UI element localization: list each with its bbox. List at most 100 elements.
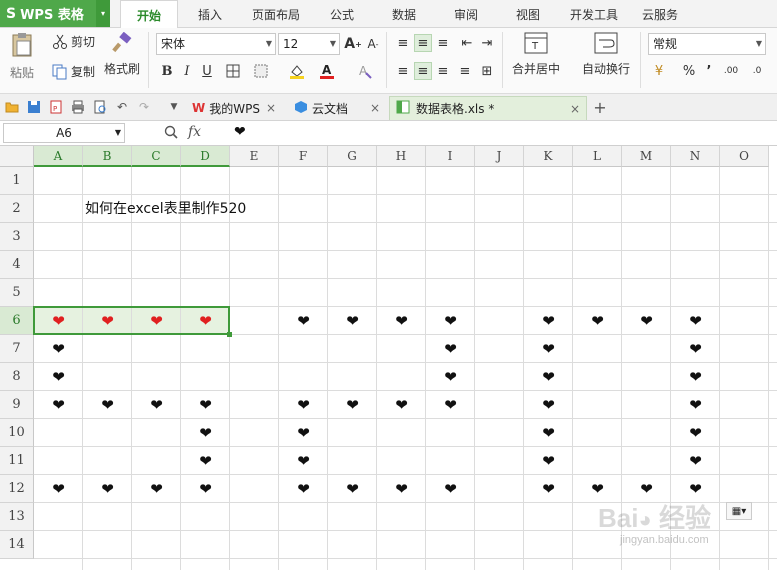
tab-cloud-docs[interactable]: 云文档 × [288,96,386,120]
italic-button[interactable]: I [178,62,196,80]
menu-tab-data[interactable]: 数据 [392,0,416,28]
print-preview-icon[interactable] [92,99,108,115]
menu-tab-insert[interactable]: 插入 [198,0,222,28]
heart-cell-n7[interactable]: ❤ [671,335,720,363]
borders-icon[interactable] [224,62,242,80]
heart-cell-b9[interactable]: ❤ [83,391,132,419]
align-right-icon[interactable]: ≡ [434,62,452,80]
font-size-select[interactable]: 12 ▼ [278,33,340,55]
heart-cell-n8[interactable]: ❤ [671,363,720,391]
heart-cell-f9[interactable]: ❤ [279,391,328,419]
decrease-indent-icon[interactable]: ⇤ [458,34,476,52]
menu-tab-review[interactable]: 审阅 [454,0,478,28]
heart-cell-k11[interactable]: ❤ [524,447,573,475]
heart-cell-l6[interactable]: ❤ [573,307,622,335]
heart-cell-n6[interactable]: ❤ [671,307,720,335]
column-header-n[interactable]: N [671,146,720,167]
wrap-text-button[interactable]: 自动换行 [582,32,630,77]
column-header-g[interactable]: G [328,146,377,167]
format-painter-button[interactable]: 格式刷 [104,32,140,77]
heart-cell-g6[interactable]: ❤ [328,307,377,335]
heart-cell-d12[interactable]: ❤ [181,475,230,503]
heart-cell-k8[interactable]: ❤ [524,363,573,391]
heart-cell-k7[interactable]: ❤ [524,335,573,363]
open-folder-icon[interactable] [4,99,20,115]
percent-button[interactable]: % [680,62,698,80]
heart-cell-i7[interactable]: ❤ [426,335,475,363]
menu-tab-formulas[interactable]: 公式 [330,0,354,28]
heart-cell-d10[interactable]: ❤ [181,419,230,447]
print-icon[interactable] [70,99,86,115]
increase-indent-icon[interactable]: ⇥ [478,34,496,52]
column-header-f[interactable]: F [279,146,328,167]
row-header-8[interactable]: 8 [0,363,34,391]
row-header-9[interactable]: 9 [0,391,34,419]
select-all-corner[interactable] [0,146,34,167]
heart-cell-k6[interactable]: ❤ [524,307,573,335]
column-header-l[interactable]: L [573,146,622,167]
heart-cell-i9[interactable]: ❤ [426,391,475,419]
heart-cell-n11[interactable]: ❤ [671,447,720,475]
heart-cell-m6[interactable]: ❤ [622,307,671,335]
row-header-10[interactable]: 10 [0,419,34,447]
decrease-font-icon[interactable]: A- [364,35,382,53]
app-menu-button[interactable]: S WPS 表格 ▾ [0,0,110,27]
cell-b2-text[interactable]: 如何在excel表里制作520 [85,198,246,218]
heart-cell-f11[interactable]: ❤ [279,447,328,475]
row-header-6[interactable]: 6 [0,307,34,335]
row-header-5[interactable]: 5 [0,279,34,307]
heart-cell-f12[interactable]: ❤ [279,475,328,503]
row-header-13[interactable]: 13 [0,503,34,531]
heart-cell-d9[interactable]: ❤ [181,391,230,419]
heart-cell-a12[interactable]: ❤ [34,475,83,503]
currency-icon[interactable]: ¥ [650,62,668,80]
heart-cell-g9[interactable]: ❤ [328,391,377,419]
clear-format-icon[interactable]: A [356,62,374,80]
undo-icon[interactable]: ↶ [114,99,130,115]
column-header-e[interactable]: E [230,146,279,167]
heart-cell-h12[interactable]: ❤ [377,475,426,503]
column-header-b[interactable]: B [83,146,132,167]
column-header-a[interactable]: A [34,146,83,167]
distributed-icon[interactable]: ⊞ [478,62,496,80]
tab-my-wps[interactable]: W 我的WPS × [186,96,282,120]
menu-tab-page-layout[interactable]: 页面布局 [252,0,300,28]
menu-tab-cloud[interactable]: 云服务 [642,0,678,28]
close-icon[interactable]: × [370,101,380,115]
row-header-12[interactable]: 12 [0,475,34,503]
heart-cell-i6[interactable]: ❤ [426,307,475,335]
heart-cell-i8[interactable]: ❤ [426,363,475,391]
align-middle-icon[interactable]: ≡ [414,34,432,52]
save-icon[interactable] [26,99,42,115]
heart-cell-a9[interactable]: ❤ [34,391,83,419]
row-header-3[interactable]: 3 [0,223,34,251]
copy-button[interactable]: 复制 [52,63,95,80]
app-dropdown-icon[interactable]: ▾ [96,0,110,27]
heart-cell-n10[interactable]: ❤ [671,419,720,447]
column-header-i[interactable]: I [426,146,475,167]
row-header-11[interactable]: 11 [0,447,34,475]
decrease-decimal-button[interactable]: .0 [748,62,766,80]
close-icon[interactable]: × [570,102,580,116]
column-header-k[interactable]: K [524,146,573,167]
column-header-o[interactable]: O [720,146,769,167]
increase-decimal-button[interactable]: .00 [722,62,740,80]
justify-icon[interactable]: ≡ [456,62,474,80]
heart-cell-k12[interactable]: ❤ [524,475,573,503]
paste-options-icon[interactable]: ▦▾ [726,502,752,520]
align-top-icon[interactable]: ≡ [394,34,412,52]
heart-cell-f10[interactable]: ❤ [279,419,328,447]
tab-spreadsheet-file[interactable]: 数据表格.xls * × [389,96,587,120]
column-header-d[interactable]: D [181,146,230,167]
fill-handle[interactable] [227,332,232,337]
paste-button[interactable]: 粘贴 [8,32,36,81]
column-header-m[interactable]: M [622,146,671,167]
heart-cell-i12[interactable]: ❤ [426,475,475,503]
quick-access-dropdown-icon[interactable]: ▼ [166,99,182,115]
close-icon[interactable]: × [266,101,276,115]
underline-button[interactable]: U [198,62,216,80]
heart-cell-a7[interactable]: ❤ [34,335,83,363]
heart-cell-c9[interactable]: ❤ [132,391,181,419]
comma-button[interactable]: ’ [700,62,718,80]
heart-cell-n9[interactable]: ❤ [671,391,720,419]
